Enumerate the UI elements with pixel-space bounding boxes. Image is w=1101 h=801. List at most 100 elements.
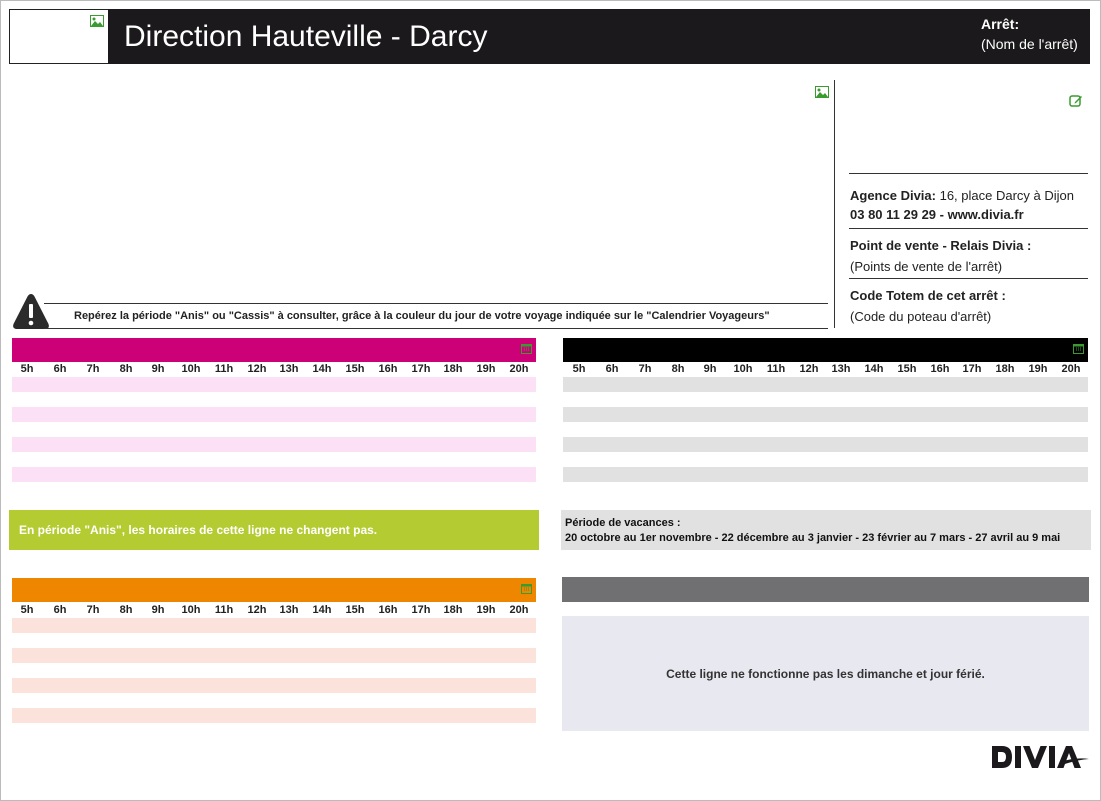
sale-point-value[interactable]: (Points de vente de l'arrêt) <box>850 259 1002 274</box>
header-bar: Direction Hauteville - Darcy Arrêt: (Nom… <box>108 9 1090 64</box>
hour-label: 17h <box>962 363 982 375</box>
hour-label: 12h <box>799 363 819 375</box>
hour-label: 17h <box>411 363 431 375</box>
hour-label: 15h <box>897 363 917 375</box>
agency-contact: 03 80 11 29 29 - www.divia.fr <box>850 207 1024 222</box>
hour-label: 14h <box>312 363 332 375</box>
calendar-icon[interactable] <box>521 581 532 594</box>
hour-label: 6h <box>53 604 67 616</box>
timetable-row <box>12 467 536 482</box>
hour-label: 16h <box>930 363 950 375</box>
stop-name[interactable]: (Nom de l'arrêt) <box>981 36 1078 52</box>
hour-label: 5h <box>572 363 586 375</box>
info-divider <box>849 278 1088 279</box>
info-divider <box>849 228 1088 229</box>
hour-label: 13h <box>831 363 851 375</box>
warning-rule <box>44 328 828 329</box>
hour-label: 17h <box>411 604 431 616</box>
hour-label: 12h <box>247 604 267 616</box>
hour-label: 19h <box>1028 363 1048 375</box>
sunday-note: Cette ligne ne fonctionne pas les dimanc… <box>562 616 1089 731</box>
agency-label: Agence Divia: <box>850 188 936 203</box>
totem-value[interactable]: (Code du poteau d'arrêt) <box>850 309 991 324</box>
vacation-dates: 20 octobre au 1er novembre - 22 décembre… <box>565 532 1061 544</box>
timetable-row <box>12 407 536 422</box>
hour-label: 19h <box>476 363 496 375</box>
hours-row: 5h 6h 7h 8h 9h 10h 11h 12h 13h 14h 15h 1… <box>12 363 536 378</box>
hour-label: 13h <box>279 363 299 375</box>
agency-address: 16, place Darcy à Dijon <box>935 188 1074 203</box>
hour-label: 7h <box>638 363 652 375</box>
hour-label: 14h <box>312 604 332 616</box>
sunday-note-text: Cette ligne ne fonctionne pas les dimanc… <box>666 667 985 681</box>
hour-label: 11h <box>214 604 234 616</box>
warning-rule <box>44 303 828 304</box>
hour-label: 10h <box>181 604 201 616</box>
warning-text: Repérez la période "Anis" ou "Cassis" à … <box>74 310 770 322</box>
timetable-row <box>563 407 1088 422</box>
hour-label: 7h <box>86 363 100 375</box>
timetable-row <box>12 618 536 633</box>
hour-label: 20h <box>509 604 529 616</box>
anis-note: En période "Anis", les horaires de cette… <box>9 510 539 550</box>
page-title: Direction Hauteville - Darcy <box>124 20 488 53</box>
hour-label: 20h <box>509 363 529 375</box>
hours-row: 5h 6h 7h 8h 9h 10h 11h 12h 13h 14h 15h 1… <box>563 363 1088 378</box>
hour-label: 11h <box>766 363 786 375</box>
hour-label: 12h <box>247 363 267 375</box>
timetable-row <box>563 437 1088 452</box>
timetable-header-black <box>563 338 1088 362</box>
hour-label: 9h <box>151 604 165 616</box>
hour-label: 18h <box>995 363 1015 375</box>
timetable-row <box>563 467 1088 482</box>
hour-label: 14h <box>864 363 884 375</box>
timetable-row <box>12 708 536 723</box>
calendar-icon[interactable] <box>1073 341 1084 354</box>
hour-label: 8h <box>119 363 133 375</box>
timetable-header-magenta <box>12 338 536 362</box>
hour-label: 10h <box>733 363 753 375</box>
hour-label: 8h <box>671 363 685 375</box>
hour-label: 6h <box>605 363 619 375</box>
hour-label: 15h <box>345 363 365 375</box>
calendar-icon[interactable] <box>521 341 532 354</box>
hour-label: 7h <box>86 604 100 616</box>
hour-label: 13h <box>279 604 299 616</box>
hour-label: 15h <box>345 604 365 616</box>
image-icon[interactable] <box>90 15 104 27</box>
hour-label: 9h <box>703 363 717 375</box>
vacation-box: Période de vacances : 20 octobre au 1er … <box>561 510 1091 550</box>
edit-icon[interactable] <box>1069 94 1083 108</box>
info-divider <box>849 173 1088 174</box>
hour-label: 16h <box>378 604 398 616</box>
map-divider <box>834 80 835 328</box>
totem-label: Code Totem de cet arrêt : <box>850 288 1006 303</box>
timetable-row <box>12 377 536 392</box>
hour-label: 11h <box>214 363 234 375</box>
hour-label: 18h <box>443 363 463 375</box>
sale-point-label: Point de vente - Relais Divia : <box>850 238 1032 253</box>
hours-row: 5h 6h 7h 8h 9h 10h 11h 12h 13h 14h 15h 1… <box>12 604 536 619</box>
divia-logo <box>990 743 1090 771</box>
hour-label: 20h <box>1061 363 1081 375</box>
logo-placeholder <box>9 9 109 64</box>
timetable-row <box>12 648 536 663</box>
vacation-title: Période de vacances : <box>565 517 681 529</box>
timetable-row <box>563 377 1088 392</box>
hour-label: 10h <box>181 363 201 375</box>
timetable-header-grey <box>562 577 1089 602</box>
timetable-header-orange <box>12 578 536 602</box>
hour-label: 16h <box>378 363 398 375</box>
hour-label: 9h <box>151 363 165 375</box>
hour-label: 8h <box>119 604 133 616</box>
agency-info: Agence Divia: 16, place Darcy à Dijon <box>850 188 1074 203</box>
hour-label: 5h <box>20 604 34 616</box>
timetable-row <box>12 437 536 452</box>
hour-label: 6h <box>53 363 67 375</box>
stop-label: Arrêt: <box>981 16 1020 32</box>
hour-label: 19h <box>476 604 496 616</box>
anis-note-text: En période "Anis", les horaires de cette… <box>19 523 378 537</box>
image-icon[interactable] <box>815 86 829 98</box>
timetable-row <box>12 678 536 693</box>
warning-icon <box>12 293 50 330</box>
